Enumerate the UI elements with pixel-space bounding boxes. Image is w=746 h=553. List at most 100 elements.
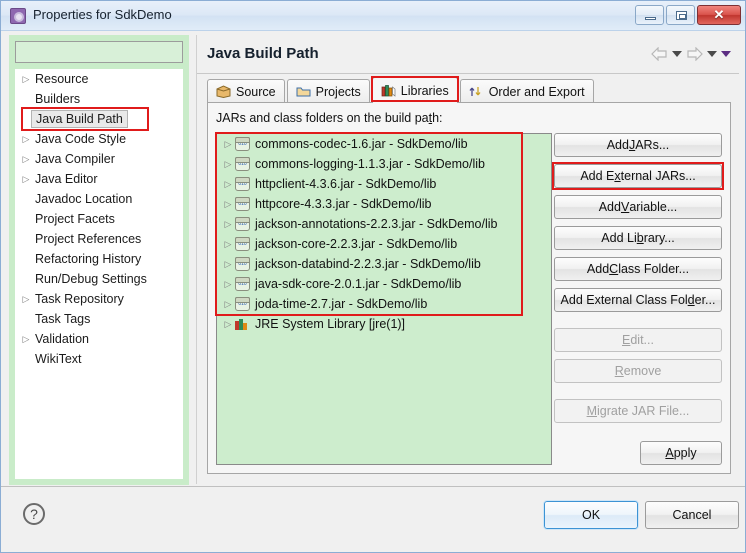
folder-icon (296, 85, 311, 98)
back-dropdown-chevron-down-icon[interactable] (672, 51, 682, 57)
button-label-suffix: igrate JAR File... (597, 404, 690, 418)
libraries-tab-panel: JARs and class folders on the build path… (207, 102, 731, 474)
sidebar-item-refactoring-history[interactable]: ▷Refactoring History (15, 249, 183, 269)
button-group-gap (554, 383, 722, 399)
button-gap (554, 281, 722, 288)
help-question-icon[interactable]: ? (23, 503, 45, 525)
sidebar-item-builders[interactable]: ▷Builders (15, 89, 183, 109)
sidebar-item-resource[interactable]: ▷ Resource (15, 69, 183, 89)
jar-icon: 010 (235, 237, 250, 251)
restore-button[interactable] (666, 5, 695, 25)
close-button[interactable]: ✕ (697, 5, 741, 25)
jar-list-item[interactable]: ▷ 010 jackson-core-2.2.3.jar - SdkDemo/lib (217, 234, 551, 254)
add-external-class-folder-button[interactable]: Add External Class Fol d er... (554, 288, 722, 312)
add-class-folder-button[interactable]: Add Class Folder... (554, 257, 722, 281)
cancel-button[interactable]: Cancel (645, 501, 739, 529)
build-path-entries-list[interactable]: ▷ 010 commons-codec-1.6.jar - SdkDemo/lib ▷… (216, 133, 552, 465)
jar-list-item[interactable]: ▷ 010 commons-logging-1.1.3.jar - SdkDemo/… (217, 154, 551, 174)
expand-triangle-icon[interactable]: ▷ (221, 159, 235, 169)
tab-bar: Source Projects Libraries Order and Export (207, 76, 596, 104)
expand-triangle-icon[interactable]: ▷ (221, 199, 235, 209)
sidebar-item-java-compiler[interactable]: ▷ Java Compiler (15, 149, 183, 169)
filter-box[interactable] (15, 41, 183, 63)
button-mnemonic: V (620, 200, 630, 214)
jar-list-item[interactable]: ▷ 010 commons-codec-1.6.jar - SdkDemo/lib (217, 134, 551, 154)
tab-order-and-export[interactable]: Order and Export (459, 79, 594, 103)
hint-prefix: JARs and class folders on the build pa (216, 111, 429, 125)
filter-input[interactable] (16, 42, 182, 62)
sidebar-item-label: Refactoring History (35, 252, 142, 266)
hint-suffix: h: (432, 111, 443, 125)
tree-spacer-icon: ▷ (19, 255, 33, 264)
settings-tree[interactable]: ▷Resource▷Builders▷Java Build Path▷Java … (15, 69, 183, 479)
button-label-suffix: dit... (630, 333, 654, 347)
tab-source[interactable]: Source (207, 79, 285, 103)
jar-list-item[interactable]: ▷ 010 java-sdk-core-2.0.1.jar - SdkDemo/li… (217, 274, 551, 294)
expand-triangle-icon[interactable]: ▷ (19, 334, 33, 344)
jre-system-library-item[interactable]: ▷ JRE System Library [jre(1)] (217, 314, 551, 334)
expand-triangle-icon[interactable]: ▷ (221, 179, 235, 189)
sidebar-item-java-editor[interactable]: ▷ Java Editor (15, 169, 183, 189)
sidebar-item-label: Java Editor (35, 172, 98, 186)
expand-triangle-icon[interactable]: ▷ (19, 134, 33, 144)
add-library-button[interactable]: Add Li b rary... (554, 226, 722, 250)
jar-list-item-label: jackson-core-2.2.3.jar - SdkDemo/lib (255, 237, 458, 251)
sidebar-item-label: Run/Debug Settings (35, 272, 147, 286)
sidebar-item-task-repository[interactable]: ▷ Task Repository (15, 289, 183, 309)
expand-triangle-icon[interactable]: ▷ (221, 299, 235, 309)
forward-arrow-icon[interactable] (686, 47, 703, 61)
jar-list-item-label: httpcore-4.3.3.jar - SdkDemo/lib (255, 197, 432, 211)
sidebar-item-javadoc-location[interactable]: ▷Javadoc Location (15, 189, 183, 209)
expand-triangle-icon[interactable]: ▷ (221, 219, 235, 229)
button-label-suffix: ariable... (629, 200, 678, 214)
minimize-button[interactable] (635, 5, 664, 25)
sidebar-item-label: Builders (35, 92, 81, 106)
add-jars-button[interactable]: Add J ARs... (554, 133, 722, 157)
jar-list-item[interactable]: ▷ 010 jackson-annotations-2.2.3.jar - SdkD… (217, 214, 551, 234)
sidebar-item-validation[interactable]: ▷ Validation (15, 329, 183, 349)
expand-triangle-icon[interactable]: ▷ (221, 279, 235, 289)
sidebar-item-java-build-path[interactable]: ▷Java Build Path (15, 109, 183, 129)
sidebar-item-label: Task Repository (35, 292, 124, 306)
library-action-buttons: Add J ARs... Add Ex ternal JARs... Add Varia… (552, 133, 724, 423)
button-gap (554, 157, 722, 164)
back-arrow-icon[interactable] (651, 47, 668, 61)
expand-triangle-icon[interactable]: ▷ (221, 319, 235, 329)
main-panel: Java Build Path Source Projects Libraries O… (196, 35, 739, 484)
expand-triangle-icon[interactable]: ▷ (19, 294, 33, 304)
expand-triangle-icon[interactable]: ▷ (221, 139, 235, 149)
sidebar-item-project-references[interactable]: ▷Project References (15, 229, 183, 249)
add-variable-button[interactable]: Add Variable... (554, 195, 722, 219)
button-label-suffix: rary... (643, 231, 675, 245)
expand-triangle-icon[interactable]: ▷ (19, 174, 33, 184)
button-gap (554, 352, 722, 359)
add-external-jars-button[interactable]: Add Ex ternal JARs... (552, 162, 724, 190)
menu-chevron-down-purple-icon[interactable] (721, 51, 731, 57)
jar-list-item[interactable]: ▷ 010 jackson-databind-2.2.3.jar - SdkDemo… (217, 254, 551, 274)
button-mnemonic: M (586, 404, 598, 418)
expand-triangle-icon[interactable]: ▷ (19, 74, 33, 84)
sidebar-item-label: Resource (35, 72, 89, 86)
tab-projects[interactable]: Projects (286, 79, 370, 103)
tab-libraries[interactable]: Libraries (370, 76, 459, 104)
sidebar-item-project-facets[interactable]: ▷Project Facets (15, 209, 183, 229)
sidebar-item-run-debug-settings[interactable]: ▷Run/Debug Settings (15, 269, 183, 289)
jar-list-item-label: commons-logging-1.1.3.jar - SdkDemo/lib (255, 157, 485, 171)
apply-button[interactable]: Apply (640, 441, 722, 465)
jar-list-item[interactable]: ▷ 010 httpcore-4.3.3.jar - SdkDemo/lib (217, 194, 551, 214)
jar-list-item[interactable]: ▷ 010 joda-time-2.7.jar - SdkDemo/lib (217, 294, 551, 314)
sidebar-item-label: Project Facets (35, 212, 115, 226)
sidebar-item-java-code-style[interactable]: ▷ Java Code Style (15, 129, 183, 149)
forward-dropdown-chevron-down-icon[interactable] (707, 51, 717, 57)
expand-triangle-icon[interactable]: ▷ (221, 259, 235, 269)
ok-button[interactable]: OK (543, 500, 639, 530)
edit-button: Edit... (554, 328, 722, 352)
expand-triangle-icon[interactable]: ▷ (19, 154, 33, 164)
jar-list-item[interactable]: ▷ 010 httpclient-4.3.6.jar - SdkDemo/lib (217, 174, 551, 194)
minimize-icon (645, 17, 656, 20)
sidebar-item-wikitext[interactable]: ▷WikiText (15, 349, 183, 369)
restore-icon (676, 11, 687, 20)
sidebar-item-task-tags[interactable]: ▷Task Tags (15, 309, 183, 329)
properties-gear-icon (10, 8, 26, 24)
expand-triangle-icon[interactable]: ▷ (221, 239, 235, 249)
